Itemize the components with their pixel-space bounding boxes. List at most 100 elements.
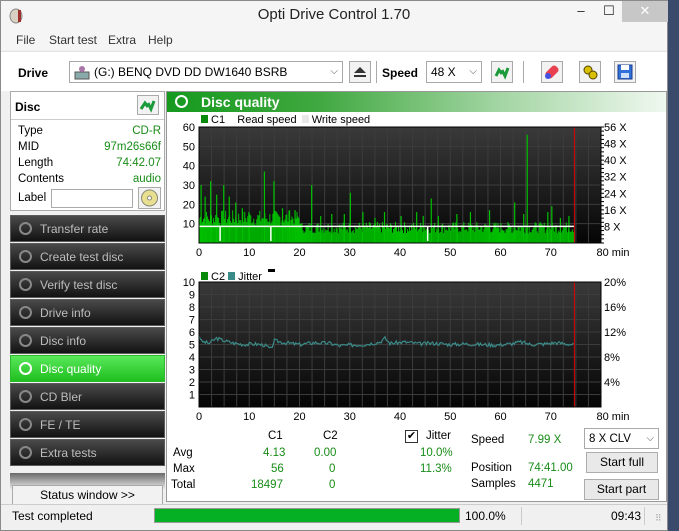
c1-bar	[464, 230, 466, 243]
y-tick-label: 2	[189, 377, 195, 389]
c1-bar	[393, 227, 395, 243]
nav-item-verify-test-disc[interactable]: Verify test disc	[10, 271, 165, 298]
c1-bar	[531, 229, 533, 243]
c1-bar	[379, 228, 381, 243]
c1-bar	[492, 228, 494, 243]
minimize-button[interactable]: –	[567, 1, 595, 22]
settings-button[interactable]	[579, 61, 601, 83]
refresh-speed-button[interactable]	[491, 61, 513, 83]
y2-tick-label: 20%	[604, 277, 626, 289]
c1-bar	[421, 226, 423, 243]
c1-bar	[530, 232, 532, 243]
nav-item-label: Drive info	[40, 306, 91, 320]
speed-select[interactable]: 48 X ⌵	[426, 61, 482, 83]
c1-peak-bar	[343, 214, 345, 243]
c1-bar	[552, 226, 554, 243]
save-button[interactable]	[614, 61, 636, 83]
start-part-button[interactable]: Start part	[584, 479, 659, 500]
c1-bar	[569, 231, 571, 243]
c1-bar	[406, 232, 408, 243]
app-window: Opti Drive Control 1.70 – ☐ ✕ File Start…	[0, 0, 668, 531]
y2-tick-label: 56 X	[604, 122, 627, 134]
x-tick-label: 60	[494, 411, 506, 422]
test-speed-select[interactable]: 8 X CLV ⌵	[584, 428, 659, 449]
nav-item-disc-quality[interactable]: Disc quality	[10, 355, 165, 382]
c1-bar	[364, 227, 366, 243]
c1-bar	[555, 225, 557, 243]
c1-bar	[313, 232, 315, 243]
eject-button[interactable]	[349, 61, 371, 83]
maximize-button[interactable]: ☐	[595, 1, 623, 22]
drive-icon	[74, 66, 90, 80]
disc-label-button[interactable]	[138, 187, 161, 209]
c1-bar	[352, 229, 354, 243]
menu-start-test[interactable]: Start test	[49, 33, 97, 47]
total-c1: 18497	[251, 479, 283, 491]
x-tick-label: 60	[494, 247, 506, 259]
c1-bar	[405, 227, 407, 243]
x-tick-label: 80 min	[596, 411, 629, 422]
c1-bar	[239, 220, 241, 243]
y2-tick-label: 8%	[604, 352, 620, 364]
c1-bar	[292, 218, 294, 243]
nav-item-fe-te[interactable]: FE / TE	[10, 411, 165, 438]
close-button[interactable]: ✕	[622, 1, 668, 22]
c1-bar	[286, 214, 288, 243]
c1-bar	[557, 230, 559, 243]
menu-help[interactable]: Help	[148, 33, 173, 47]
toolbar: Drive (G:) BENQ DVD DD DW1640 BSRB ⌵ Spe…	[1, 51, 667, 91]
jitter-checkbox[interactable]: ✔	[405, 430, 418, 443]
c1-bar	[322, 227, 324, 243]
status-window-button[interactable]: Status window >>	[12, 485, 163, 505]
elapsed-time: 09:43	[611, 509, 642, 523]
c1-bar	[424, 227, 426, 243]
drive-select[interactable]: (G:) BENQ DVD DD DW1640 BSRB ⌵	[69, 61, 343, 83]
label-input[interactable]	[51, 189, 133, 208]
nav-item-create-test-disc[interactable]: Create test disc	[10, 243, 165, 270]
y2-tick-label: 12%	[604, 327, 626, 339]
max-c1: 56	[271, 463, 284, 475]
c1-bar	[332, 232, 334, 243]
c1-bar	[436, 228, 438, 243]
c1-bar	[445, 230, 447, 243]
c1-bar	[525, 227, 527, 243]
c1-bar	[345, 230, 347, 243]
eject-icon	[354, 67, 366, 77]
disc-quality-panel: Disc quality C1 Read speed Write speed 1…	[166, 91, 667, 502]
y-tick-label: 10	[183, 219, 195, 231]
c1-bar	[324, 229, 326, 243]
nav-item-transfer-rate[interactable]: Transfer rate	[10, 215, 165, 242]
menu-file[interactable]: File	[16, 33, 35, 47]
c1-bar	[370, 228, 372, 243]
nav-item-extra-tests[interactable]: Extra tests	[10, 439, 165, 466]
y2-tick-label: 32 X	[604, 172, 627, 184]
c1-bar	[250, 215, 252, 243]
disc-icon	[19, 446, 32, 459]
refresh-disc-button[interactable]	[137, 95, 159, 115]
c1-bar	[285, 214, 287, 243]
c1-bar	[337, 233, 339, 243]
c1-bar	[258, 215, 260, 243]
menu-extra[interactable]: Extra	[108, 33, 136, 47]
c1-bar	[403, 233, 405, 243]
c1-bar	[463, 222, 465, 243]
c1-bar	[346, 229, 348, 243]
start-full-button[interactable]: Start full	[586, 452, 658, 473]
nav-item-cd-bler[interactable]: CD Bler	[10, 383, 165, 410]
c1-bar	[504, 232, 506, 243]
c1-bar	[476, 222, 478, 243]
c1-bar	[307, 225, 309, 243]
nav-item-disc-info[interactable]: Disc info	[10, 327, 165, 354]
c1-bar	[306, 225, 308, 243]
y-tick-label: 7	[189, 315, 195, 327]
erase-button[interactable]	[541, 61, 563, 83]
nav-item-label: Verify test disc	[40, 278, 118, 292]
y-tick-label: 10	[183, 277, 195, 289]
status-text: Test completed	[12, 509, 93, 523]
resize-grip-icon[interactable]: ⠿	[655, 513, 662, 524]
c1-bar	[233, 218, 235, 243]
c1-peak-bar	[281, 208, 284, 243]
nav-item-drive-info[interactable]: Drive info	[10, 299, 165, 326]
c1-bar	[260, 220, 262, 243]
c1-bar	[524, 233, 526, 243]
